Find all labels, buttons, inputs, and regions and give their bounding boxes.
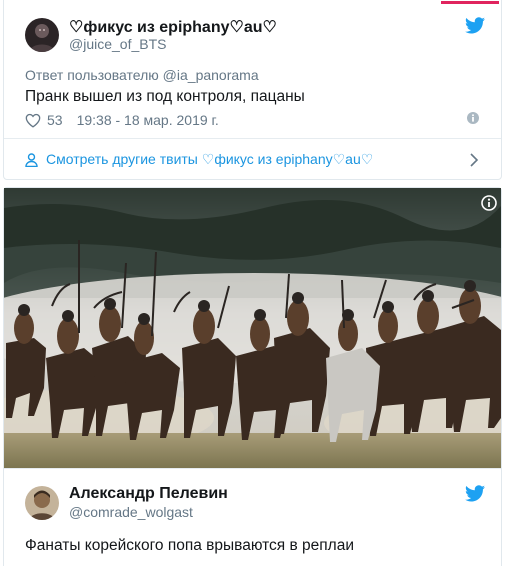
display-name[interactable]: Александр Пелевин — [69, 485, 228, 503]
tweet-meta: 53 19:38 - 18 мар. 2019 г. — [25, 112, 219, 128]
timestamp[interactable]: 19:38 - 18 мар. 2019 г. — [77, 112, 219, 128]
user-handle[interactable]: @juice_of_BTS — [69, 36, 166, 52]
person-icon — [25, 152, 38, 167]
more-tweets-link[interactable]: Смотреть другие твиты ♡фикус из epiphany… — [25, 151, 373, 168]
tweet-text: Пранк вышел из под контроля, пацаны — [25, 88, 305, 105]
divider — [4, 468, 501, 469]
more-tweets-label: Смотреть другие твиты ♡фикус из epiphany… — [46, 151, 374, 167]
like-count: 53 — [47, 112, 63, 128]
media-info-icon[interactable] — [481, 195, 497, 211]
tweet-card-2: Александр Пелевин @comrade_wolgast Фанат… — [3, 187, 502, 566]
tweet-photo[interactable] — [4, 188, 501, 468]
accent-bar — [441, 1, 499, 4]
reply-prefix: Ответ пользователю — [25, 67, 159, 83]
twitter-bird-icon[interactable] — [465, 17, 485, 34]
cavalry-charge-image — [4, 188, 501, 468]
user-handle[interactable]: @comrade_wolgast — [69, 504, 193, 520]
twitter-bird-icon[interactable] — [465, 485, 485, 502]
reply-handle-link[interactable]: @ia_panorama — [163, 67, 259, 83]
avatar[interactable] — [25, 486, 59, 520]
avatar[interactable] — [25, 18, 59, 52]
tweet-card-1: ♡фикус из epiphany♡au♡ @juice_of_BTS Отв… — [3, 0, 502, 180]
divider — [4, 138, 501, 139]
chevron-right-icon[interactable] — [469, 153, 479, 167]
display-name[interactable]: ♡фикус из epiphany♡au♡ — [69, 17, 277, 37]
heart-icon[interactable] — [25, 113, 41, 128]
reply-context: Ответ пользователю @ia_panorama — [25, 67, 259, 83]
info-icon[interactable] — [467, 112, 479, 124]
tweet-text: Фанаты корейского попа врываются в репла… — [25, 537, 354, 554]
